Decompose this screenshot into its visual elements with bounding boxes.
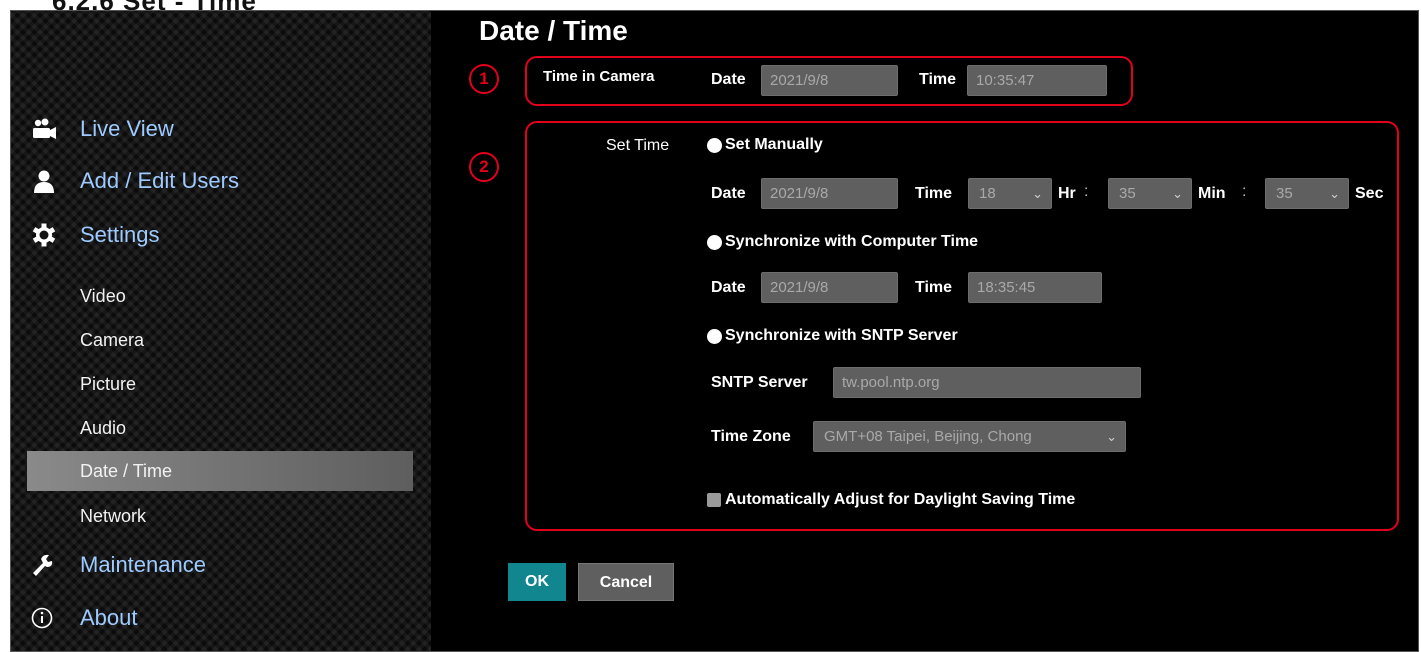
sidebar-subitem-label: Picture <box>80 374 137 394</box>
sntp-server-label: SNTP Server <box>711 374 808 391</box>
chevron-down-icon: ⌄ <box>1106 429 1117 444</box>
time-zone-value: GMT+08 Taipei, Beijing, Chong <box>824 428 1032 445</box>
camera-date-field: 2021/9/8 <box>761 65 898 96</box>
sidebar-subitem-label: Date / Time <box>80 461 173 481</box>
time-separator: : <box>1242 183 1247 200</box>
page-title: Date / Time <box>479 15 628 46</box>
hour-value: 18 <box>979 185 996 202</box>
camera-time-label: Time <box>919 71 957 88</box>
sidebar-item-add-edit-users[interactable]: Add / Edit Users <box>11 157 431 205</box>
sidebar-subitem-date-time[interactable]: Date / Time <box>27 451 413 491</box>
set-time-label: Set Time <box>606 137 670 154</box>
sidebar-item-label: Settings <box>80 222 160 247</box>
minute-select[interactable]: 35 ⌄ <box>1108 178 1192 209</box>
sidebar-subitem-audio[interactable]: Audio <box>27 408 413 448</box>
sidebar-item-settings[interactable]: Settings <box>11 211 431 259</box>
sec-label: Sec <box>1355 185 1384 202</box>
sidebar-subitem-picture[interactable]: Picture <box>27 364 413 404</box>
sidebar-item-about[interactable]: About <box>11 594 431 642</box>
users-camera-icon <box>31 117 57 141</box>
sidebar-subitem-camera[interactable]: Camera <box>27 320 413 360</box>
sidebar-subitem-label: Video <box>80 286 126 306</box>
sidebar-item-label: Add / Edit Users <box>80 168 239 193</box>
computer-date-label: Date <box>711 279 746 296</box>
sync-sntp-label: Synchronize with SNTP Server <box>725 327 958 344</box>
sntp-server-input[interactable]: tw.pool.ntp.org <box>833 367 1141 398</box>
hour-select[interactable]: 18 ⌄ <box>968 178 1052 209</box>
cancel-button[interactable]: Cancel <box>578 563 674 601</box>
computer-time-field: 18:35:45 <box>968 272 1102 303</box>
sidebar-subitem-label: Network <box>80 506 147 526</box>
set-manually-label: Set Manually <box>725 136 823 153</box>
manual-time-label: Time <box>915 185 953 202</box>
chevron-down-icon: ⌄ <box>1032 186 1043 201</box>
computer-date-field: 2021/9/8 <box>761 272 898 303</box>
user-icon <box>31 169 57 193</box>
time-zone-select[interactable]: GMT+08 Taipei, Beijing, Chong ⌄ <box>813 421 1126 452</box>
manual-date-label: Date <box>711 185 746 202</box>
sidebar-subitem-network[interactable]: Network <box>27 496 413 536</box>
sidebar-item-label: Maintenance <box>80 552 206 577</box>
camera-web-ui: Live View Add / Edit Users Settings Vide… <box>10 10 1419 652</box>
time-in-camera-label: Time in Camera <box>543 68 655 85</box>
computer-time-label: Time <box>915 279 953 296</box>
sync-computer-label: Synchronize with Computer Time <box>725 233 979 250</box>
radio-sync-sntp[interactable] <box>707 329 722 344</box>
radio-set-manually[interactable] <box>707 138 722 153</box>
sidebar: Live View Add / Edit Users Settings Vide… <box>11 11 431 651</box>
sidebar-subitem-label: Audio <box>80 418 127 438</box>
camera-date-label: Date <box>711 71 746 88</box>
dst-label: Automatically Adjust for Daylight Saving… <box>725 491 1076 508</box>
radio-sync-computer[interactable] <box>707 235 722 250</box>
info-icon <box>31 606 57 630</box>
sidebar-subitem-label: Camera <box>80 330 145 350</box>
chevron-down-icon: ⌄ <box>1329 186 1340 201</box>
sidebar-item-label: Live View <box>80 116 174 141</box>
ok-button[interactable]: OK <box>508 563 566 601</box>
gear-icon <box>31 223 57 247</box>
manual-date-field[interactable]: 2021/9/8 <box>761 178 898 209</box>
dst-checkbox[interactable] <box>707 493 721 507</box>
second-value: 35 <box>1276 185 1293 202</box>
camera-time-field: 10:35:47 <box>967 65 1107 96</box>
time-zone-label: Time Zone <box>711 428 791 445</box>
sidebar-item-label: About <box>80 605 138 630</box>
sidebar-item-maintenance[interactable]: Maintenance <box>11 541 431 589</box>
callout-number-1: 1 <box>469 64 499 94</box>
callout-number-2: 2 <box>469 152 499 182</box>
chevron-down-icon: ⌄ <box>1172 186 1183 201</box>
minute-value: 35 <box>1119 185 1136 202</box>
wrench-icon <box>31 553 57 577</box>
min-label: Min <box>1198 185 1226 202</box>
hr-label: Hr <box>1058 185 1076 202</box>
sidebar-subitem-video[interactable]: Video <box>27 276 413 316</box>
time-separator: : <box>1084 183 1089 200</box>
sidebar-item-live-view[interactable]: Live View <box>11 105 431 153</box>
second-select[interactable]: 35 ⌄ <box>1265 178 1349 209</box>
